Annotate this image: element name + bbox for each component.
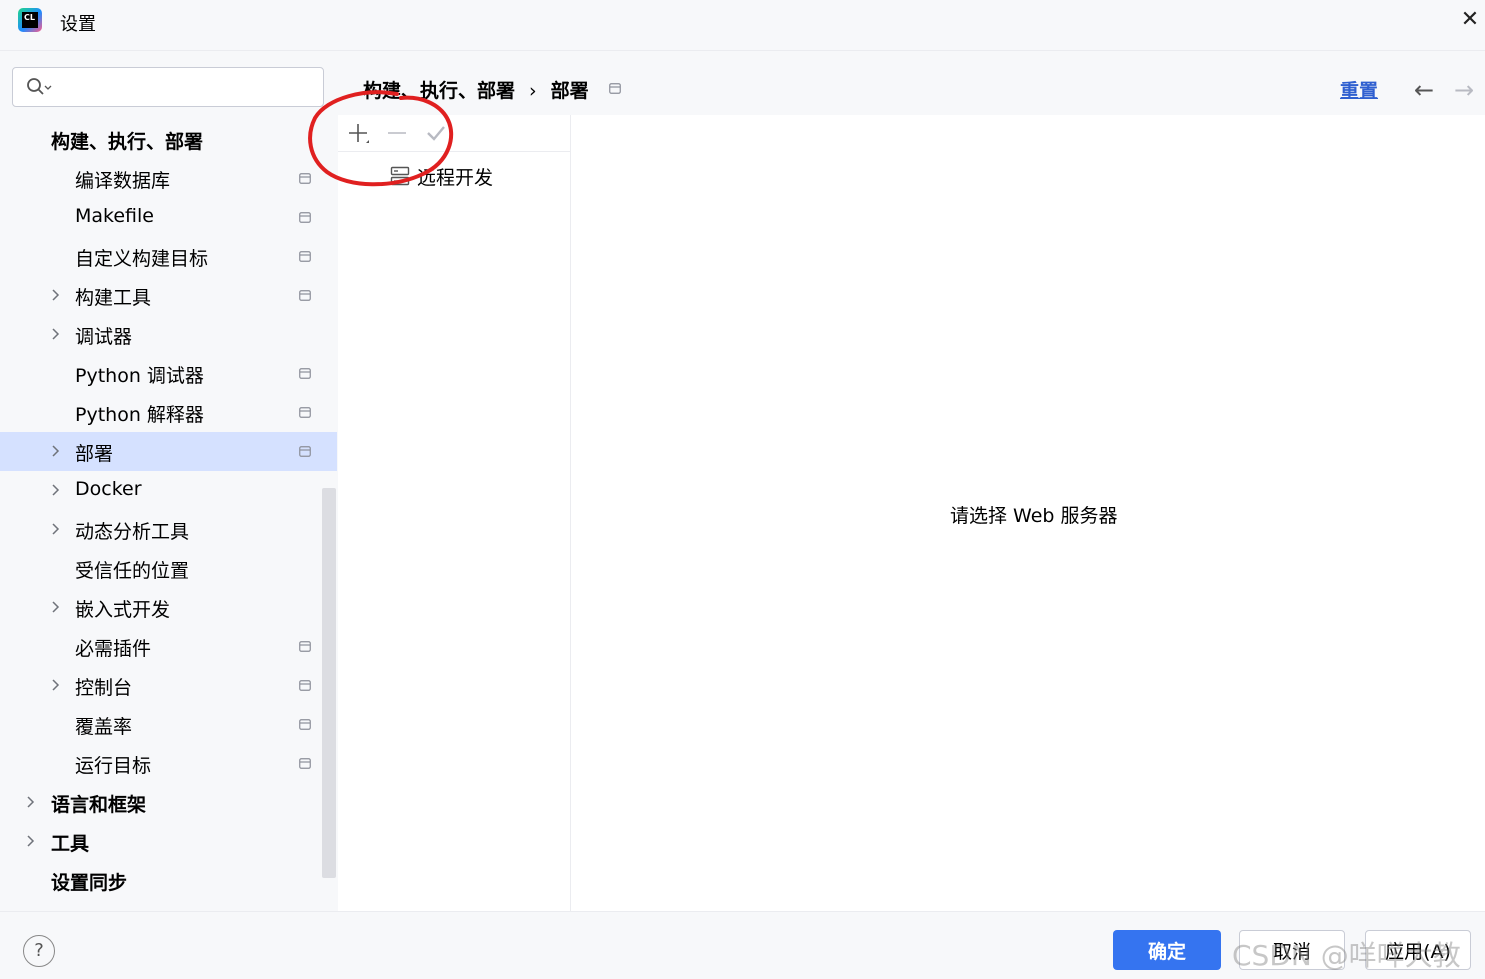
- window-title: 设置: [60, 14, 96, 35]
- chevron-right-icon[interactable]: [50, 327, 62, 341]
- project-scope-icon: [299, 368, 311, 379]
- sidebar-item-label: Python 调试器: [75, 365, 204, 387]
- search-icon: [27, 78, 52, 95]
- sidebar-item-label: 设置同步: [51, 872, 128, 894]
- reset-link[interactable]: 重置: [1340, 76, 1378, 103]
- sidebar-scrollbar[interactable]: [322, 488, 336, 878]
- project-scope-icon: [299, 758, 311, 769]
- sidebar-item[interactable]: 部署: [0, 432, 337, 471]
- breadcrumb-current: 部署: [550, 80, 589, 102]
- sidebar-item-label: 部署: [75, 443, 114, 465]
- chevron-right-icon[interactable]: [50, 483, 62, 497]
- project-scope-icon: [299, 641, 311, 652]
- sidebar-item-label: 自定义构建目标: [75, 248, 209, 270]
- sidebar-item-label: 工具: [51, 833, 90, 855]
- sidebar-item[interactable]: 控制台: [0, 666, 337, 705]
- sidebar-item[interactable]: Makefile: [0, 198, 337, 237]
- sidebar-item[interactable]: 编译数据库: [0, 159, 337, 198]
- apply-button[interactable]: 应用(A): [1365, 930, 1471, 970]
- project-scope-icon: [299, 212, 311, 223]
- sidebar-item-label: 构建、执行、部署: [51, 131, 204, 153]
- chevron-right-icon[interactable]: [50, 288, 62, 302]
- sidebar-item[interactable]: 构建、执行、部署: [0, 120, 337, 159]
- sidebar-item[interactable]: 覆盖率: [0, 705, 337, 744]
- sidebar-item[interactable]: 构建工具: [0, 276, 337, 315]
- annotation-circle: [308, 90, 453, 187]
- title-bar: CL 设置 ✕: [0, 0, 1485, 51]
- project-scope-icon: [609, 83, 621, 94]
- sidebar-item-label: 编译数据库: [75, 170, 171, 192]
- sidebar-item-label: 调试器: [75, 326, 133, 348]
- project-scope-icon: [299, 290, 311, 301]
- server-list-panel: 远程开发: [338, 115, 571, 911]
- search-box[interactable]: [12, 67, 324, 107]
- chevron-right-icon[interactable]: [50, 522, 62, 536]
- sidebar-item[interactable]: 语言和框架: [0, 783, 337, 822]
- sidebar-item-label: 必需插件: [75, 638, 152, 660]
- dialog-footer: ? 确定 取消 应用(A) CSDN @咩咩大教: [0, 911, 1485, 979]
- sidebar-item-label: 控制台: [75, 677, 133, 699]
- sidebar-item[interactable]: 必需插件: [0, 627, 337, 666]
- sidebar-item-label: 构建工具: [75, 287, 152, 309]
- sidebar-item[interactable]: 运行目标: [0, 744, 337, 783]
- sidebar-item[interactable]: 嵌入式开发: [0, 588, 337, 627]
- breadcrumb-separator: ›: [529, 80, 537, 102]
- sidebar-item-label: Docker: [75, 478, 142, 500]
- chevron-right-icon[interactable]: [25, 834, 37, 848]
- sidebar-item[interactable]: 自定义构建目标: [0, 237, 337, 276]
- sidebar-item-label: 动态分析工具: [75, 521, 190, 543]
- settings-sidebar: 构建、执行、部署编译数据库 Makefile 自定义构建目标 构建工具调试器 Pytho…: [0, 51, 337, 911]
- chevron-right-icon[interactable]: [50, 444, 62, 458]
- project-scope-icon: [299, 719, 311, 730]
- chevron-right-icon[interactable]: [50, 600, 62, 614]
- project-scope-icon: [299, 680, 311, 691]
- sidebar-item[interactable]: 设置同步: [0, 861, 337, 900]
- sidebar-item[interactable]: 工具: [0, 822, 337, 861]
- chevron-right-icon[interactable]: [50, 678, 62, 692]
- ok-button[interactable]: 确定: [1113, 930, 1221, 970]
- sidebar-item[interactable]: Python 调试器: [0, 354, 337, 393]
- app-logo-text: CL: [22, 12, 38, 28]
- server-detail-panel: 请选择 Web 服务器: [571, 115, 1485, 911]
- back-arrow-icon[interactable]: ←: [1414, 76, 1434, 104]
- sidebar-item-label: 运行目标: [75, 755, 152, 777]
- app-logo-icon: CL: [18, 8, 42, 32]
- project-scope-icon: [299, 407, 311, 418]
- sidebar-item[interactable]: 受信任的位置: [0, 549, 337, 588]
- sidebar-item[interactable]: Docker: [0, 471, 337, 510]
- search-input[interactable]: [61, 74, 315, 102]
- sidebar-item-label: 语言和框架: [51, 794, 147, 816]
- sidebar-item-label: 覆盖率: [75, 716, 133, 738]
- sidebar-item-label: 嵌入式开发: [75, 599, 171, 621]
- close-icon[interactable]: ✕: [1456, 6, 1484, 34]
- sidebar-item[interactable]: Python 解释器: [0, 393, 337, 432]
- chevron-right-icon[interactable]: [25, 795, 37, 809]
- sidebar-item-label: 受信任的位置: [75, 560, 190, 582]
- sidebar-item[interactable]: 动态分析工具: [0, 510, 337, 549]
- cancel-button[interactable]: 取消: [1239, 930, 1345, 970]
- help-icon[interactable]: ?: [23, 935, 55, 967]
- sidebar-item[interactable]: 调试器: [0, 315, 337, 354]
- project-scope-icon: [299, 446, 311, 457]
- sidebar-item-label: Python 解释器: [75, 404, 204, 426]
- project-scope-icon: [299, 251, 311, 262]
- sidebar-item-label: Makefile: [75, 205, 154, 227]
- forward-arrow-icon[interactable]: →: [1454, 76, 1474, 104]
- empty-state-message: 请选择 Web 服务器: [950, 505, 1118, 527]
